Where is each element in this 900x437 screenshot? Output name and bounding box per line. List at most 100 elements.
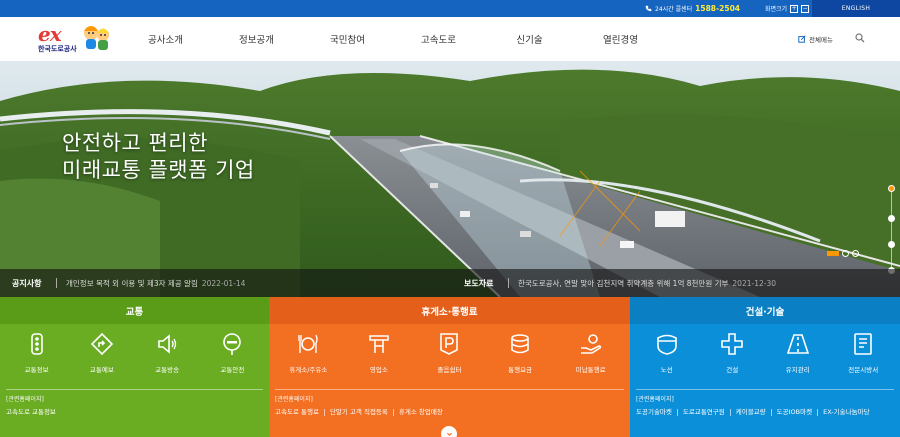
nav-management[interactable]: 열린경영 [575, 17, 666, 61]
zoom-control: 화면크기 + − [765, 0, 810, 17]
main-nav: 공사소개 정보공개 국민참여 고속도로 신기술 열린경영 [120, 17, 666, 61]
pager-line [891, 189, 892, 273]
specification-label: 전문시방서 [848, 366, 879, 374]
construction-panel-title[interactable]: 건설·기술 [630, 297, 900, 324]
traffic-safety-link[interactable]: 교통안전 [202, 332, 262, 385]
hero-title: 안전하고 편리한 미래교통 플랫폼 기업 [62, 130, 255, 184]
rest-related-link-3[interactable]: 휴게소 창업매장 [392, 409, 448, 416]
search-icon[interactable] [855, 33, 865, 43]
all-menu-button[interactable]: 전체메뉴 [798, 34, 833, 44]
notice-divider [56, 278, 57, 288]
hero-banner: 안전하고 편리한 미래교통 플랫폼 기업 [0, 61, 900, 297]
notice-item[interactable]: 개인정보 목적 외 이용 및 제3자 제공 알림 2022-01-14 [66, 269, 245, 297]
notice-bar: 공지사항 개인정보 목적 외 이용 및 제3자 제공 알림 2022-01-14… [0, 269, 900, 297]
traffic-info-label: 교통정보 [24, 366, 49, 374]
construction-link[interactable]: 건설 [702, 332, 762, 385]
slide-pause-button[interactable] [842, 250, 849, 257]
traffic-related-title: [관련홈페이지] [6, 396, 44, 403]
zoom-in-button[interactable]: + [790, 4, 799, 13]
dining-icon [298, 334, 318, 353]
hero-title-line2: 미래교통 플랫폼 기업 [62, 158, 255, 182]
unpaid-toll-link[interactable]: 미납통행료 [561, 332, 621, 385]
construction-related-link-2[interactable]: 도로교통연구원 [676, 409, 730, 416]
unpaid-toll-label: 미납통행료 [575, 366, 606, 374]
tollgate-link[interactable]: 영업소 [349, 332, 409, 385]
rest-area-panel-title[interactable]: 휴게소·통행료 [269, 297, 630, 324]
mascot-icon [84, 26, 109, 50]
chevron-down-icon [446, 432, 452, 436]
cross-plus-icon [721, 333, 744, 355]
construction-panel: 건설·기술 노선 건설 유지관리 전문시방서 [관련홈페이지] 도공기술마켓 도… [630, 297, 900, 437]
construction-related-link-1[interactable]: 도공기술마켓 [636, 409, 677, 416]
construction-related-link-4[interactable]: 도공IOB마켓 [770, 409, 817, 416]
construction-related-link-5[interactable]: EX-기술나눔마당 [817, 409, 874, 416]
logo-name: 한국도로공사 [38, 45, 77, 53]
nav-participation[interactable]: 국민참여 [302, 17, 393, 61]
rest-related-sites: [관련홈페이지] 고속도로 통행료 단말기 고객 직접등록 휴게소 창업매장 [275, 389, 624, 416]
traffic-forecast-label: 교통예보 [89, 366, 114, 374]
route-shield-icon [656, 334, 677, 355]
rest-area-label: 휴게소/주유소 [289, 366, 328, 374]
logo[interactable]: ex 한국도로공사 [36, 22, 114, 56]
route-link[interactable]: 노선 [637, 332, 697, 385]
speaker-icon [158, 334, 177, 354]
traffic-panel-title[interactable]: 교통 [0, 297, 269, 324]
rest-related-link-2[interactable]: 단말기 고객 직접등록 [323, 409, 393, 416]
nav-about[interactable]: 공사소개 [120, 17, 211, 61]
toll-fee-link[interactable]: 통행요금 [490, 332, 550, 385]
slide-controls [827, 250, 859, 257]
hero-title-line1: 안전하고 편리한 [62, 131, 208, 155]
pager-dot-1[interactable] [888, 185, 895, 192]
slide-progress [827, 251, 839, 256]
drowsy-shelter-link[interactable]: 졸음쉼터 [419, 332, 479, 385]
construction-related-title: [관련홈페이지] [636, 396, 674, 403]
nav-info[interactable]: 정보공개 [211, 17, 302, 61]
route-label: 노선 [660, 366, 673, 374]
slide-play-button[interactable] [852, 250, 859, 257]
english-link[interactable]: ENGLISH [812, 0, 900, 17]
road-icon [786, 334, 809, 354]
tollgate-icon [369, 335, 389, 353]
traffic-light-icon [30, 333, 43, 355]
construction-related-sites: [관련홈페이지] 도공기술마켓 도로교통연구원 케이블교량 도공IOB마켓 EX… [636, 389, 894, 416]
zoom-out-button[interactable]: − [801, 4, 810, 13]
traffic-broadcast-label: 교통방송 [155, 366, 180, 374]
traffic-broadcast-link[interactable]: 교통방송 [137, 332, 197, 385]
traffic-info-link[interactable]: 교통정보 [7, 332, 67, 385]
pager-dot-2[interactable] [888, 215, 895, 222]
nav-expressway[interactable]: 고속도로 [393, 17, 484, 61]
specification-link[interactable]: 전문시방서 [833, 332, 893, 385]
slide-pager [887, 185, 897, 275]
notice-label[interactable]: 공지사항 [12, 269, 41, 297]
document-list-icon [854, 333, 873, 355]
press-label[interactable]: 보도자료 [464, 269, 493, 297]
call-center[interactable]: 24시간 콜센터 1588-2504 [645, 0, 740, 17]
notice-text: 개인정보 목적 외 이용 및 제3자 제공 알림 [66, 278, 198, 288]
rest-related-title: [관련홈페이지] [275, 396, 313, 403]
pager-dot-3[interactable] [888, 241, 895, 248]
drowsy-shelter-label: 졸음쉼터 [437, 366, 462, 374]
scroll-down-button[interactable] [441, 426, 457, 437]
traffic-safety-label: 교통안전 [220, 366, 245, 374]
zoom-label: 화면크기 [765, 6, 788, 13]
press-divider [508, 278, 509, 288]
traffic-related-link[interactable]: 고속도로 교통정보 [6, 409, 61, 416]
hand-coin-icon [580, 334, 601, 354]
traffic-panel: 교통 교통정보 교통예보 교통방송 교통안전 [관련홈페이지] 고속도로 교통정… [0, 297, 269, 437]
maintenance-link[interactable]: 유지관리 [768, 332, 828, 385]
no-entry-sign-icon [223, 333, 242, 355]
press-item[interactable]: 한국도로공사, 연말 맞아 김천지역 취약계층 위해 1억 8천만원 기부 20… [518, 269, 776, 297]
press-date: 2021-12-30 [732, 278, 776, 288]
tollgate-label: 영업소 [369, 366, 388, 374]
press-text: 한국도로공사, 연말 맞아 김천지역 취약계층 위해 1억 8천만원 기부 [518, 278, 729, 288]
nav-new-tech[interactable]: 신기술 [484, 17, 575, 61]
edit-square-icon [798, 35, 806, 43]
rest-area-link[interactable]: 휴게소/주유소 [278, 332, 338, 385]
call-center-number: 1588-2504 [695, 4, 741, 13]
phone-icon [645, 5, 652, 12]
traffic-forecast-link[interactable]: 교통예보 [72, 332, 132, 385]
construction-related-link-3[interactable]: 케이블교량 [729, 409, 771, 416]
rest-related-link-1[interactable]: 고속도로 통행료 [275, 409, 324, 416]
rest-area-panel: 휴게소·통행료 휴게소/주유소 영업소 졸음쉼터 통행요금 미납통행료 [관련홈… [269, 297, 630, 437]
all-menu-label: 전체메뉴 [809, 36, 833, 44]
